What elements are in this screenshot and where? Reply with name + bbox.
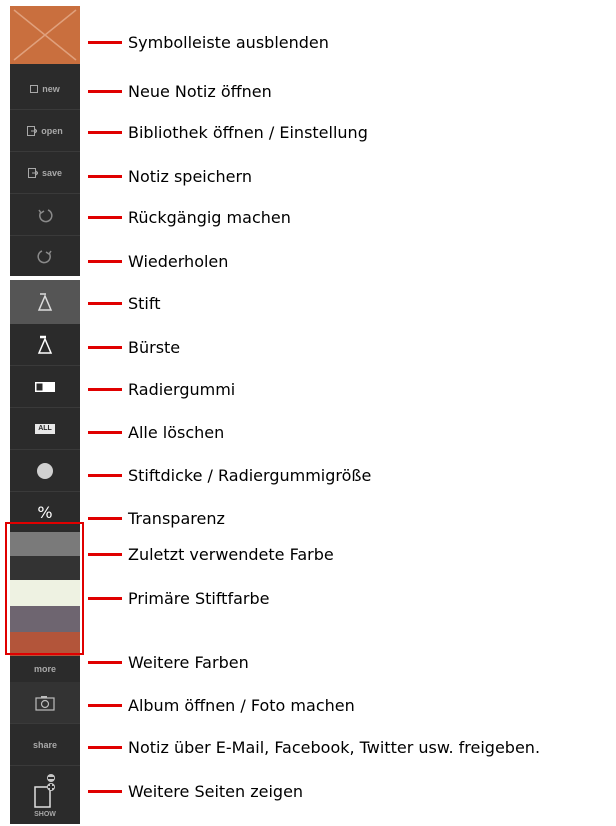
pointer-line xyxy=(88,789,122,793)
undo-button[interactable] xyxy=(10,194,80,236)
more-label: more xyxy=(33,664,56,674)
annotation-row: Neue Notiz öffnen xyxy=(88,79,272,103)
share-button[interactable]: share xyxy=(10,724,80,766)
annotation-row: Wiederholen xyxy=(88,249,228,273)
annotation-row: Stiftdicke / Radiergummigröße xyxy=(88,463,371,487)
pointer-line xyxy=(88,703,122,707)
open-label: open xyxy=(41,125,63,136)
annotation-row: Radiergummi xyxy=(88,377,235,401)
annotation-row: Bibliothek öffnen / Einstellung xyxy=(88,120,368,144)
redo-button[interactable] xyxy=(10,236,80,276)
annotation-text: Primäre Stiftfarbe xyxy=(128,588,270,608)
annotation-row: Zuletzt verwendete Farbe xyxy=(88,542,334,566)
eraser-tool-button[interactable] xyxy=(10,366,80,408)
pen-tool-button[interactable] xyxy=(10,280,80,324)
redo-icon xyxy=(37,250,52,264)
pointer-line xyxy=(88,130,122,134)
show-pages-button[interactable]: SHOW xyxy=(10,766,80,824)
annotation-text: Alle löschen xyxy=(128,422,225,442)
clear-all-icon: ALL xyxy=(35,423,55,434)
annotation-row: Bürste xyxy=(88,335,180,359)
color-swatches-highlight xyxy=(5,522,84,655)
save-icon xyxy=(27,167,38,178)
save-label: save xyxy=(41,167,63,178)
pointer-line xyxy=(88,215,122,219)
annotation-text: Symbolleiste ausblenden xyxy=(128,32,329,52)
percent-icon: % xyxy=(37,502,53,522)
annotation-text: Bürste xyxy=(128,337,181,357)
annotation-text: Wiederholen xyxy=(128,251,229,271)
annotation-text: Zuletzt verwendete Farbe xyxy=(128,544,334,564)
annotation-row: Weitere Farben xyxy=(88,650,249,674)
pointer-line xyxy=(88,516,122,520)
annotation-row: Rückgängig machen xyxy=(88,205,291,229)
pointer-line xyxy=(88,552,122,556)
hide-toolbar-button[interactable] xyxy=(10,6,80,64)
pen-size-button[interactable] xyxy=(10,450,80,492)
annotation-text: Weitere Farben xyxy=(128,652,249,672)
pointer-line xyxy=(88,660,122,664)
clear-all-button[interactable]: ALL xyxy=(10,408,80,450)
pointer-line xyxy=(88,473,122,477)
annotation-text: Radiergummi xyxy=(128,379,236,399)
camera-icon xyxy=(35,695,55,711)
annotation-row: Weitere Seiten zeigen xyxy=(88,779,303,803)
pointer-line xyxy=(88,387,122,391)
new-note-button[interactable]: new xyxy=(10,68,80,110)
brush-icon xyxy=(37,335,53,354)
pen-size-dot-icon xyxy=(37,462,53,479)
annotation-text: Weitere Seiten zeigen xyxy=(128,781,304,801)
annotation-text: Notiz über E-Mail, Facebook, Twitter usw… xyxy=(128,737,541,757)
annotation-text: Bibliothek öffnen / Einstellung xyxy=(128,122,368,142)
annotation-text: Rückgängig machen xyxy=(128,207,291,227)
pointer-line xyxy=(88,174,122,178)
annotation-row: Notiz über E-Mail, Facebook, Twitter usw… xyxy=(88,735,540,759)
annotation-row: Album öffnen / Foto machen xyxy=(88,693,355,717)
annotation-row: Notiz speichern xyxy=(88,164,252,188)
more-colors-button[interactable]: more xyxy=(10,656,80,682)
pages-icon xyxy=(34,773,55,808)
album-camera-button[interactable] xyxy=(10,682,80,724)
annotation-row: Symbolleiste ausblenden xyxy=(88,30,329,54)
annotation-text: Stiftdicke / Radiergummigröße xyxy=(128,465,372,485)
pointer-line xyxy=(88,430,122,434)
annotation-row: Alle löschen xyxy=(88,420,224,444)
new-note-label: new xyxy=(42,83,60,94)
pointer-line xyxy=(88,89,122,93)
save-note-button[interactable]: save xyxy=(10,152,80,194)
undo-icon xyxy=(38,208,53,222)
pen-icon xyxy=(37,293,53,311)
annotation-row: Transparenz xyxy=(88,506,225,530)
annotation-row: Stift xyxy=(88,291,161,315)
share-label: share xyxy=(32,739,58,750)
brush-tool-button[interactable] xyxy=(10,324,80,366)
pointer-line xyxy=(88,345,122,349)
annotation-row: Primäre Stiftfarbe xyxy=(88,586,269,610)
open-library-button[interactable]: open xyxy=(10,110,80,152)
annotation-text: Neue Notiz öffnen xyxy=(128,81,272,101)
pointer-line xyxy=(88,745,122,749)
drawing-toolbar: new open save ALL % more share SHOW xyxy=(10,6,80,824)
annotation-text: Album öffnen / Foto machen xyxy=(128,695,355,715)
annotation-text: Stift xyxy=(128,293,161,313)
eraser-icon xyxy=(35,381,55,392)
pointer-line xyxy=(88,301,122,305)
new-note-icon xyxy=(30,84,39,93)
pointer-line xyxy=(88,596,122,600)
pointer-line xyxy=(88,259,122,263)
close-x-icon xyxy=(13,9,77,61)
open-icon xyxy=(27,125,38,136)
annotation-text: Transparenz xyxy=(128,508,225,528)
pointer-line xyxy=(88,40,122,44)
annotation-text: Notiz speichern xyxy=(128,166,252,186)
show-label: SHOW xyxy=(34,810,56,818)
